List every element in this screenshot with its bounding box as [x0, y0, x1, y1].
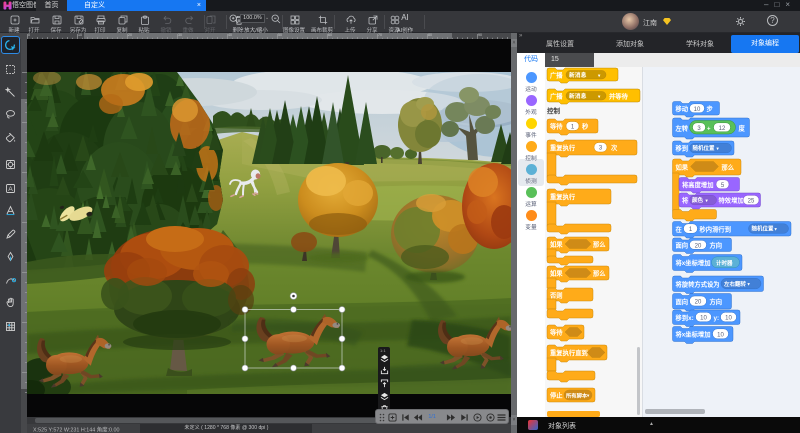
svg-text:移动: 移动	[676, 104, 689, 113]
svg-text:那么: 那么	[593, 240, 606, 249]
svg-text:颜色: 颜色	[692, 196, 704, 204]
svg-text:20: 20	[695, 300, 702, 306]
svg-text:左右翻转: 左右翻转	[723, 280, 747, 288]
svg-text:步: 步	[707, 104, 714, 113]
svg-text:面向: 面向	[676, 297, 689, 306]
svg-text:随机位置: 随机位置	[693, 144, 716, 152]
svg-text:+: +	[707, 127, 711, 133]
svg-text:那么: 那么	[722, 163, 735, 172]
svg-text:否则: 否则	[549, 291, 563, 300]
svg-text:重复执行直到: 重复执行直到	[550, 348, 588, 357]
svg-text:方向: 方向	[710, 241, 723, 250]
svg-text:将x坐标增加: 将x坐标增加	[676, 330, 711, 339]
svg-text:10: 10	[725, 315, 732, 321]
svg-text:新消息: 新消息	[569, 71, 587, 79]
svg-text:将旋转方式设为: 将旋转方式设为	[676, 280, 720, 289]
svg-text:移到x:: 移到x:	[676, 313, 694, 322]
svg-text:将x坐标增加: 将x坐标增加	[676, 258, 711, 267]
svg-text:所有脚本: 所有脚本	[566, 392, 588, 400]
svg-text:控制: 控制	[547, 106, 561, 115]
svg-text:随机位置: 随机位置	[752, 225, 775, 233]
svg-text:等待: 等待	[549, 328, 563, 337]
svg-text:将高度增加: 将高度增加	[682, 180, 713, 189]
svg-text:20: 20	[695, 243, 702, 249]
svg-text:停止: 停止	[550, 391, 563, 400]
svg-text:秒: 秒	[582, 122, 589, 131]
svg-text:25: 25	[748, 198, 755, 204]
svg-text:重复执行: 重复执行	[550, 192, 576, 201]
svg-text:等待: 等待	[549, 122, 563, 131]
svg-text:左转: 左转	[676, 124, 689, 133]
svg-text:次: 次	[611, 143, 618, 152]
svg-text:将: 将	[682, 196, 689, 205]
svg-text:移到: 移到	[676, 144, 689, 153]
svg-text:那么: 那么	[593, 269, 606, 278]
svg-text:方向: 方向	[710, 297, 723, 306]
svg-text:特效增加: 特效增加	[719, 196, 744, 205]
svg-text:广播: 广播	[550, 71, 563, 80]
svg-text:并等待: 并等待	[609, 92, 629, 101]
svg-text:10: 10	[717, 332, 724, 338]
svg-text:如果: 如果	[550, 269, 563, 278]
svg-text:12: 12	[719, 126, 726, 132]
svg-text:如果: 如果	[550, 240, 563, 249]
svg-text:新消息: 新消息	[569, 92, 587, 100]
svg-text:广播: 广播	[550, 92, 563, 101]
svg-text:度: 度	[739, 124, 746, 133]
svg-text:秒内滑行到: 秒内滑行到	[700, 225, 731, 234]
svg-text:10: 10	[694, 107, 701, 113]
svg-text:在: 在	[676, 225, 683, 234]
svg-text:面向: 面向	[676, 241, 689, 250]
svg-text:A: A	[8, 186, 13, 193]
svg-text:10: 10	[700, 315, 707, 321]
svg-text:如果: 如果	[676, 163, 689, 172]
svg-text:计时器: 计时器	[716, 259, 733, 267]
svg-text:y:: y:	[714, 315, 720, 322]
svg-text:重复执行: 重复执行	[550, 143, 576, 152]
